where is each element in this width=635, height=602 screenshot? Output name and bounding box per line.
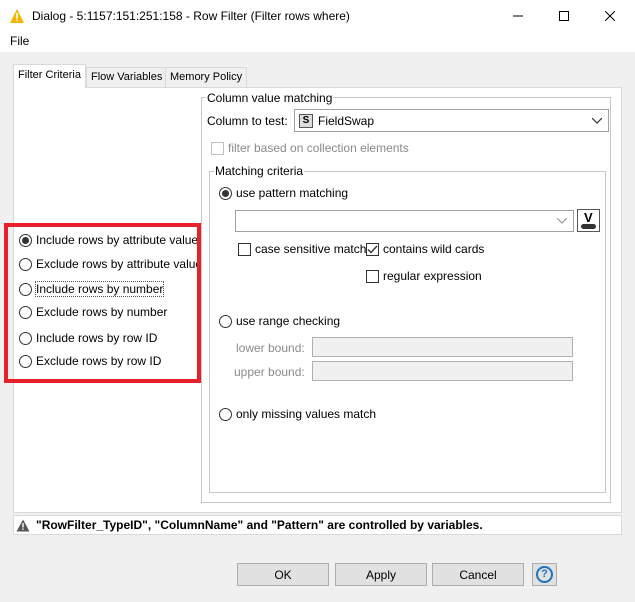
checkbox-label: regular expression [383,269,482,283]
chevron-down-icon [557,218,567,224]
tab-memory-policy[interactable]: Memory Policy [165,67,248,87]
checkbox-label: filter based on collection elements [228,141,409,155]
checkbox-box [366,242,379,256]
collection-elements-checkbox[interactable]: filter based on collection elements [211,141,409,155]
string-type-icon: S [299,113,313,128]
menu-file[interactable]: File [8,34,31,48]
maximize-icon [559,11,569,21]
upper-bound-input[interactable] [312,361,573,381]
highlight-box [4,223,201,383]
tab-filter-criteria[interactable]: Filter Criteria [13,64,86,88]
lower-bound-input[interactable] [312,337,573,357]
radio-dot [219,186,232,200]
help-button[interactable]: ? [532,563,557,586]
warning-icon [16,519,30,531]
close-button[interactable] [587,0,633,32]
checkbox-label: case sensitive match [255,242,367,256]
ok-button[interactable]: OK [237,563,329,586]
column-to-test-label: Column to test: [207,114,288,128]
radio-dot [219,407,232,421]
radio-pattern-matching[interactable]: use pattern matching [219,186,348,200]
wild-cards-checkbox[interactable]: contains wild cards [366,242,484,256]
flow-variable-icon: V [584,210,593,225]
column-value-matching-legend: Column value matching [206,91,334,105]
radio-missing-values[interactable]: only missing values match [219,407,376,421]
regex-checkbox[interactable]: regular expression [366,269,482,283]
lower-bound-label: lower bound: [236,341,305,355]
radio-label: use range checking [236,314,341,328]
radio-label: use pattern matching [236,186,349,200]
maximize-button[interactable] [541,0,587,32]
case-sensitive-checkbox[interactable]: case sensitive match [238,242,366,256]
checkmark-icon [367,245,378,254]
upper-bound-label: upper bound: [234,365,305,379]
radio-range-checking[interactable]: use range checking [219,314,340,328]
checkbox-box [238,242,251,256]
pattern-input[interactable] [235,210,574,232]
status-bar: "RowFilter_TypeID", "ColumnName" and "Pa… [13,515,622,535]
apply-button[interactable]: Apply [335,563,427,586]
column-select-value: FieldSwap [318,113,375,128]
tab-flow-variables[interactable]: Flow Variables [86,67,168,87]
chevron-down-icon [592,117,602,124]
help-icon: ? [536,566,553,583]
toggle-icon [581,224,596,229]
matching-criteria-legend: Matching criteria [214,164,305,178]
checkbox-box [211,141,224,155]
title-bar: Dialog - 5:1157:151:251:158 - Row Filter… [0,0,635,32]
cancel-button[interactable]: Cancel [432,563,524,586]
warning-triangle-icon [9,8,25,24]
close-icon [605,11,615,21]
minimize-icon [513,15,523,17]
checkbox-box [366,269,379,283]
status-message: "RowFilter_TypeID", "ColumnName" and "Pa… [36,518,483,532]
column-select[interactable]: S FieldSwap [294,109,609,132]
checkbox-label: contains wild cards [383,242,485,256]
menu-bar: File [0,32,635,52]
flow-variable-button[interactable]: V [577,209,600,232]
radio-label: only missing values match [236,407,377,421]
window-title: Dialog - 5:1157:151:251:158 - Row Filter… [32,9,350,23]
radio-dot [219,314,232,328]
minimize-button[interactable] [495,0,541,32]
